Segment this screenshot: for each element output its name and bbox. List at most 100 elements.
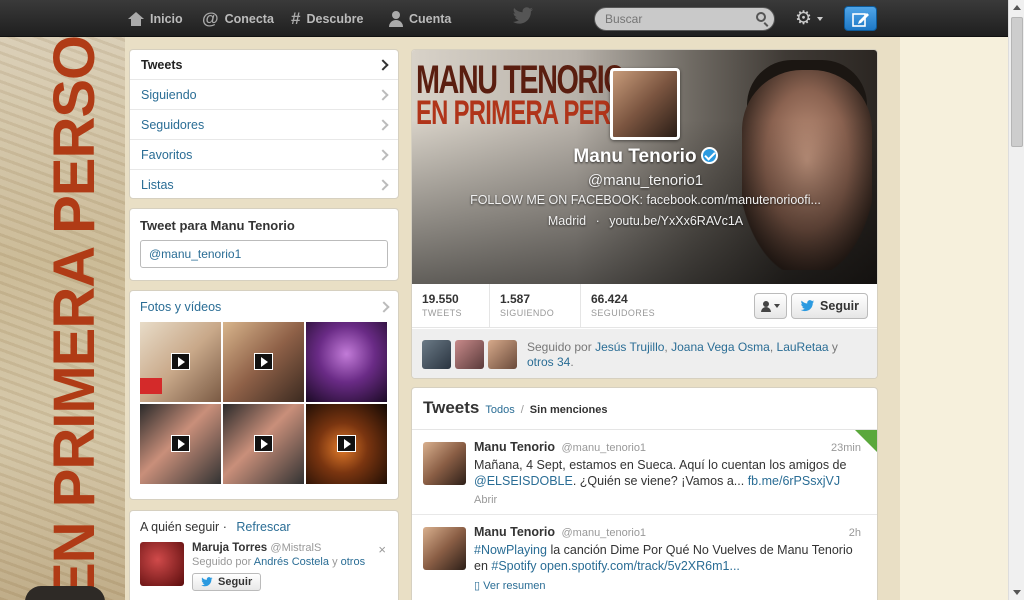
media-thumbnail[interactable] xyxy=(306,322,387,402)
tweet-author-name[interactable]: Manu Tenorio xyxy=(474,525,555,539)
nav-item-lists[interactable]: Listas xyxy=(130,170,398,200)
tweet-author-handle: @manu_tenorio1 xyxy=(561,527,647,539)
stat-number: 66.424 xyxy=(591,292,628,306)
followed-by-link[interactable]: Joana Vega Osma xyxy=(671,340,770,354)
nav-item-following[interactable]: Siguiendo xyxy=(130,80,398,110)
photos-videos-title: Fotos y vídeos xyxy=(140,300,222,314)
who-to-follow-title: A quién seguir xyxy=(140,520,220,534)
tweet-text-part: . ¿Quién se viene? ¡Vamos a... xyxy=(572,474,748,488)
nav-account-label: Cuenta xyxy=(409,11,452,26)
followed-by-others-link[interactable]: otros 34 xyxy=(527,355,570,369)
tweet-hashtag-link[interactable]: #NowPlaying xyxy=(474,543,547,557)
stat-followers[interactable]: 66.424 SEGUIDORES xyxy=(581,284,673,327)
media-grid xyxy=(140,322,388,484)
avatar[interactable] xyxy=(488,340,517,369)
comma: , xyxy=(664,339,668,354)
nav-connect[interactable]: @ Conecta xyxy=(202,0,274,37)
stat-tweets[interactable]: 19.550 TWEETS xyxy=(412,284,490,327)
who-to-follow-header: A quién seguir · Refrescar xyxy=(140,520,388,534)
tweet-author-handle: @manu_tenorio1 xyxy=(561,442,647,454)
nav-item-followers[interactable]: Seguidores xyxy=(130,110,398,140)
profile-location: Madrid xyxy=(547,214,587,228)
stat-label: SEGUIDORES xyxy=(591,308,656,318)
tweet-timestamp[interactable]: 23min xyxy=(831,442,861,454)
profile-url[interactable]: youtu.be/YxXx6RAVc1A xyxy=(609,214,743,228)
tweet-mention-link[interactable]: @ELSEISDOBLE xyxy=(474,474,573,488)
tweet-author-name[interactable]: Manu Tenorio xyxy=(474,440,555,454)
background-corner xyxy=(25,586,105,600)
media-thumbnail[interactable] xyxy=(223,322,304,402)
avatar[interactable] xyxy=(422,340,451,369)
compose-icon xyxy=(851,12,869,27)
avatar[interactable] xyxy=(455,340,484,369)
nav-item-tweets[interactable]: Tweets xyxy=(130,50,398,80)
followed-by-link[interactable]: Jesús Trujillo xyxy=(595,340,664,354)
nav-connect-label: Conecta xyxy=(224,11,274,26)
page-scrollbar[interactable] xyxy=(1008,0,1024,600)
media-thumbnail[interactable] xyxy=(140,322,221,402)
scroll-up-arrow[interactable] xyxy=(1009,0,1024,16)
filter-no-mentions[interactable]: Sin menciones xyxy=(530,404,608,416)
follow-button-label: Seguir xyxy=(218,576,253,588)
avatar[interactable] xyxy=(423,527,466,570)
nav-item-favorites[interactable]: Favoritos xyxy=(130,140,398,170)
avatar[interactable] xyxy=(423,442,466,485)
avatar[interactable] xyxy=(140,542,184,586)
tweet-hashtag-link[interactable]: #Spotify xyxy=(491,559,536,573)
chevron-down-icon[interactable] xyxy=(817,17,823,21)
search-box[interactable] xyxy=(594,7,775,31)
stat-number: 19.550 xyxy=(422,292,459,306)
profile-card: MANU TENORIO EN PRIMERA PERSONA Manu Ten… xyxy=(411,49,878,379)
chevron-right-icon xyxy=(377,88,389,101)
tweet-url-link[interactable]: fb.me/6rPSsxjVJ xyxy=(748,474,840,488)
compose-tweet-button[interactable] xyxy=(844,6,877,31)
tweet-to-input[interactable]: @manu_tenorio1 xyxy=(140,240,388,268)
user-icon xyxy=(761,300,771,312)
tweet-expand-link[interactable]: Abrir xyxy=(474,494,866,506)
follow-suggestion-button[interactable]: Seguir xyxy=(192,573,262,591)
tweet-summary-link[interactable]: Ver resumen xyxy=(483,580,545,592)
followed-by-others-link[interactable]: otros xyxy=(341,556,365,568)
play-icon xyxy=(337,435,356,452)
suggestion-name: Maruja Torres xyxy=(192,542,268,554)
suggestion-followed-by: Seguido por Andrés Costela y otros xyxy=(192,556,365,568)
twitter-bird-icon xyxy=(201,577,213,587)
scroll-thumb[interactable] xyxy=(1011,17,1023,147)
tweet-url-link[interactable]: open.spotify.com/track/5v2XR6m1... xyxy=(540,559,740,573)
profile-header-image: MANU TENORIO EN PRIMERA PERSONA Manu Ten… xyxy=(412,50,877,284)
user-actions-button[interactable] xyxy=(754,293,787,319)
media-thumbnail[interactable] xyxy=(140,404,221,484)
search-icon[interactable] xyxy=(756,12,766,22)
nav-item-label: Seguidores xyxy=(141,117,205,132)
nav-discover[interactable]: # Descubre xyxy=(291,0,363,37)
media-thumbnail[interactable] xyxy=(306,404,387,484)
follow-button[interactable]: Seguir xyxy=(791,293,868,319)
tweet-timestamp[interactable]: 2h xyxy=(849,527,861,539)
tweet-to-box: Tweet para Manu Tenorio @manu_tenorio1 xyxy=(129,208,399,281)
profile-nav-list: Tweets Siguiendo Seguidores Favoritos Li… xyxy=(129,49,399,199)
nav-item-label: Favoritos xyxy=(141,147,193,162)
period: . xyxy=(570,354,574,369)
scroll-down-arrow[interactable] xyxy=(1009,584,1024,600)
close-icon[interactable]: × xyxy=(378,542,386,557)
photos-videos-header[interactable]: Fotos y vídeos xyxy=(140,300,390,314)
filter-all-link[interactable]: Todos xyxy=(485,404,514,416)
nav-item-label: Tweets xyxy=(141,57,183,72)
nav-home[interactable]: Inicio xyxy=(128,0,183,37)
stream-header: Tweets Todos / Sin menciones xyxy=(412,388,877,430)
refresh-link[interactable]: Refrescar xyxy=(236,520,290,534)
profile-avatar[interactable] xyxy=(610,68,680,140)
search-input[interactable] xyxy=(595,8,745,30)
tweet-text: #NowPlaying la canción Dime Por Qué No V… xyxy=(474,542,866,574)
followed-by-conj: y xyxy=(831,339,838,354)
tweet-item[interactable]: Manu Tenorio @manu_tenorio1 23min Mañana… xyxy=(412,430,877,515)
stat-following[interactable]: 1.587 SIGUIENDO xyxy=(490,284,581,327)
media-thumbnail[interactable] xyxy=(223,404,304,484)
followed-by-link[interactable]: Andrés Costela xyxy=(254,556,329,568)
twitter-bird-icon[interactable] xyxy=(512,7,534,25)
suggestion-name-line[interactable]: Maruja Torres @MistralS xyxy=(192,542,365,554)
gear-icon[interactable]: ⚙ xyxy=(795,9,812,28)
tweet-item[interactable]: Manu Tenorio @manu_tenorio1 2h #NowPlayi… xyxy=(412,515,877,600)
nav-account[interactable]: Cuenta xyxy=(389,0,451,37)
followed-by-link[interactable]: LauRetaa xyxy=(777,340,829,354)
